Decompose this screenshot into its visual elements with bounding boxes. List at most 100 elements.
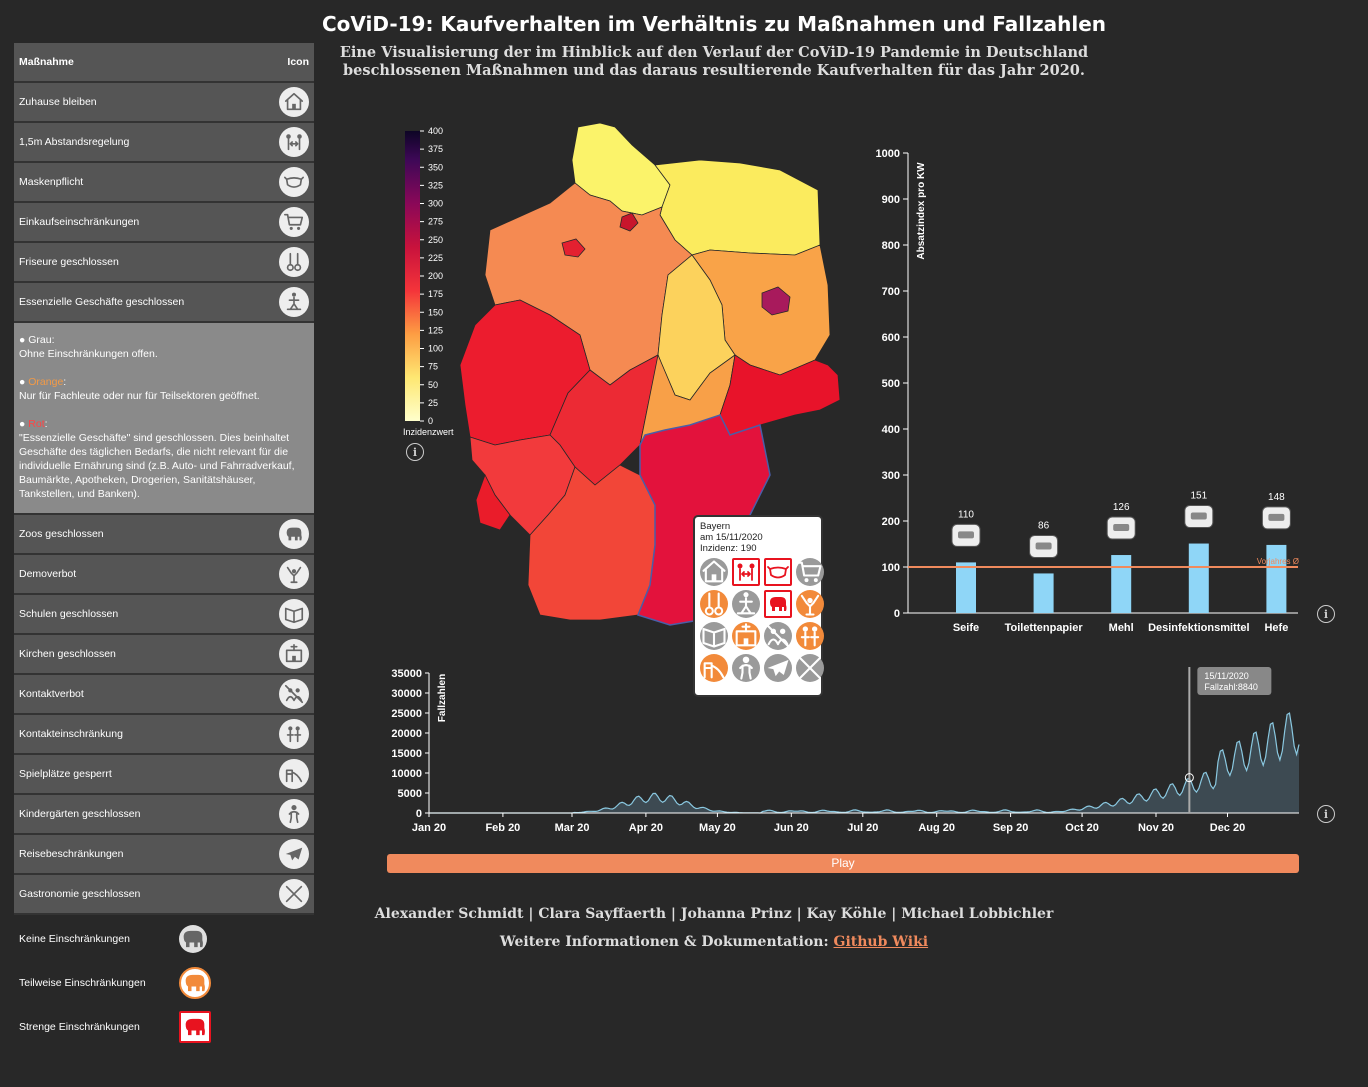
sidebar-item-house[interactable]: Zuhause bleiben [14,83,314,123]
child-icon [279,799,309,829]
bar-value-label: 126 [1113,502,1130,513]
bar-value-label: 148 [1268,492,1285,503]
sidebar-header: Maßnahme Icon [14,43,314,83]
header-icon: Icon [287,56,309,68]
y-tick-label: 600 [882,332,900,344]
product-flour-icon [1106,516,1136,540]
bar-hefe [1266,544,1287,613]
demo-icon [796,590,824,618]
marker-date: 15/11/2020 [1204,671,1248,681]
x-category-label: Seife [953,622,979,634]
legend-tick: 100 [428,344,443,354]
bar-mehl [1111,555,1132,613]
x-tick-label: Aug 20 [918,822,955,834]
people-icon [279,719,309,749]
sidebar-item-mask[interactable]: Maskenpflicht [14,163,314,203]
sidebar-item-plane[interactable]: Reisebeschränkungen [14,835,314,875]
x-tick-label: Oct 20 [1065,822,1099,834]
legend-tick: 200 [428,271,443,281]
sidebar-item-store[interactable]: Essenzielle Geschäfte geschlossen [14,283,314,323]
github-wiki-link[interactable]: Github Wiki [834,934,929,950]
sidebar-item-cutlery[interactable]: Gastronomie geschlossen [14,875,314,915]
sidebar-item-distance[interactable]: 1,5m Abstandsregelung [14,123,314,163]
elephant-icon [279,519,309,549]
bar-seife [956,562,976,613]
bar-info-icon[interactable]: i [1317,605,1335,623]
legend-rot: ● Rot: "Essenzielle Geschäfte" sind gesch… [19,418,295,500]
legend-tick: 325 [428,180,443,190]
people-icon [796,622,824,650]
sidebar-item-church[interactable]: Kirchen geschlossen [14,635,314,675]
mask-icon [279,167,309,197]
product-yeast-icon [1261,506,1291,530]
x-tick-label: Nov 20 [1138,822,1174,834]
distance-icon [732,558,760,586]
y-tick-label: 300 [882,470,900,482]
legend-tick: 125 [428,325,443,335]
tooltip-date: am 15/11/2020 [700,532,763,543]
cart-icon [279,207,309,237]
sidebar-item-no-contact[interactable]: Kontaktverbot [14,675,314,715]
y-tick-label: 20000 [391,728,422,740]
state-mecklenburg-vorpommern[interactable] [654,159,821,256]
x-tick-label: Apr 20 [629,822,663,834]
sidebar-item-demo[interactable]: Demoverbot [14,555,314,595]
sidebar-item-child[interactable]: Kindergärten geschlossen [14,795,314,835]
legend-tick: 350 [428,162,443,172]
measures-list-top: Zuhause bleiben 1,5m Abstandsregelung Mask… [14,83,314,323]
y-axis-label: Fallzahlen [437,674,448,722]
x-category-label: Desinfektionsmittel [1148,622,1249,634]
authors: Alexander Schmidt | Clara Sayffaerth | J… [374,906,1054,922]
x-category-label: Mehl [1109,622,1134,634]
key-label: Strenge Einschränkungen [19,1021,140,1033]
legend-tick: 75 [428,362,438,372]
y-tick-label: 25000 [391,708,422,720]
cases-info-icon[interactable]: i [1317,805,1335,823]
map-info-icon[interactable]: i [406,443,424,461]
tooltip-state: Bayern [700,521,731,532]
legend-grau: ● Grau: Ohne Einschränkungen offen. [19,334,158,360]
product-soap-icon [951,523,981,547]
sidebar-item-label: Gastronomie geschlossen [19,888,141,900]
play-button[interactable]: Play [387,854,1299,873]
bar-desinfektionsmittel [1188,543,1209,613]
sidebar-item-school[interactable]: Schulen geschlossen [14,595,314,635]
sidebar-item-people[interactable]: Kontakteinschränkung [14,715,314,755]
key-label: Teilweise Einschränkungen [19,977,146,989]
sidebar-item-cart[interactable]: Einkaufseinschränkungen [14,203,314,243]
legend-tick: 225 [428,253,443,263]
more-info: Weitere Informationen & Dokumentation: G… [328,934,1100,950]
y-tick-label: 500 [882,378,900,390]
sidebar-item-label: Kontakteinschränkung [19,728,123,740]
legend-label: Inzidenzwert [403,427,454,437]
x-tick-label: Jul 20 [847,822,878,834]
y-tick-label: 900 [882,194,900,206]
elephant-icon [179,1011,211,1043]
house-icon [279,87,309,117]
no-contact-icon [279,679,309,709]
y-tick-label: 15000 [391,748,422,760]
legend-tick: 400 [428,126,443,136]
key-row: Keine Einschränkungen [14,917,314,961]
y-tick-label: 400 [882,424,900,436]
incidence-legend: 4003753503253002752502252001751501251007… [403,126,454,437]
sidebar-item-label: Essenzielle Geschäfte geschlossen [19,296,185,308]
legend-tick: 375 [428,144,443,154]
bar-value-label: 151 [1190,491,1207,502]
sidebar-item-scissors[interactable]: Friseure geschlossen [14,243,314,283]
x-tick-label: Sep 20 [993,822,1028,834]
reference-label: Vorjahres Ø [1257,557,1299,566]
sidebar-item-elephant[interactable]: Zoos geschlossen [14,515,314,555]
legend-tick: 275 [428,217,443,227]
sidebar-item-label: Demoverbot [19,568,77,580]
school-icon [279,599,309,629]
sidebar-item-playground[interactable]: Spielplätze gesperrt [14,755,314,795]
measures-sidebar: Maßnahme Icon Zuhause bleiben 1,5m Abstan… [14,43,314,1049]
y-axis-label: Absatzindex pro KW [916,162,927,260]
legend-tick: 175 [428,289,443,299]
sidebar-item-label: Kontaktverbot [19,688,84,700]
x-tick-label: May 20 [699,822,736,834]
church-icon [279,639,309,669]
elephant-icon [764,590,792,618]
y-tick-label: 0 [894,608,900,620]
